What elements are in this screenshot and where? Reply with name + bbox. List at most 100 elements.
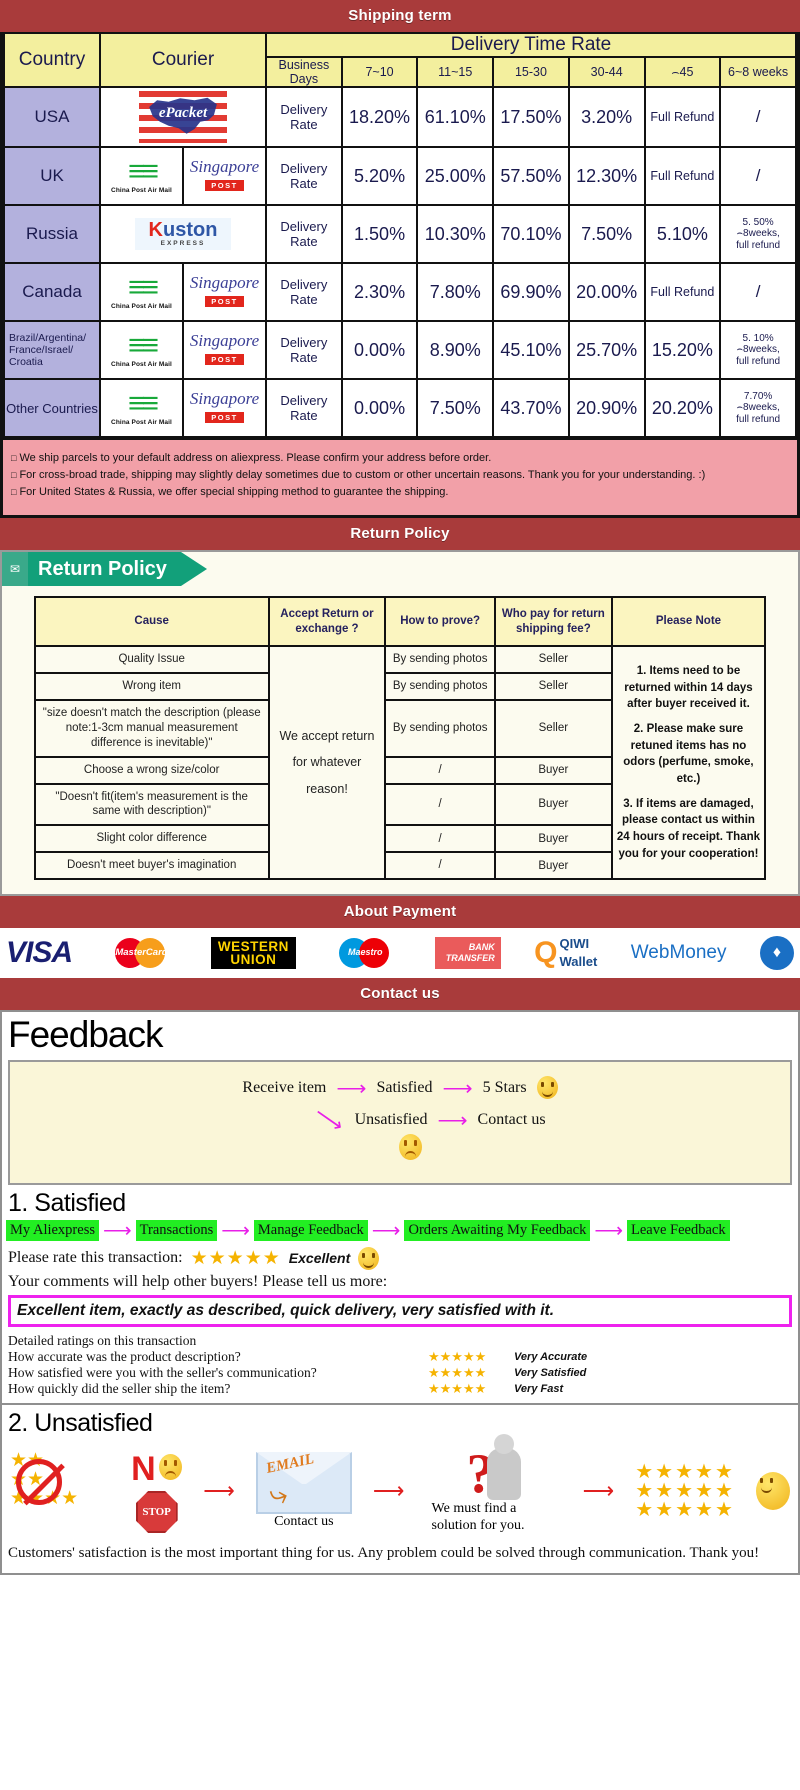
return-policy-header-row: Cause Accept Return or exchange ? How to… [33, 596, 767, 647]
rate-6-8-weeks: / [719, 86, 797, 148]
rate-over-45: 20.20% [643, 378, 722, 438]
arrow-right-icon: ⟶ [582, 1478, 615, 1504]
rp-who-pays: Seller [493, 644, 613, 674]
return-policy-tag-label: Return Policy [28, 552, 181, 587]
rp-cause-imagination: Doesn't meet buyer's imagination [33, 851, 270, 881]
chip-manage-feedback[interactable]: Manage Feedback [253, 1220, 368, 1241]
rp-header-note: Please Note [610, 596, 767, 647]
payment-method-qiwi-wallet: Q QIWI Wallet [534, 934, 597, 972]
header-delivery-time-rate: Delivery Time Rate [265, 32, 797, 58]
rate-6-8-weeks: 5. 10% ⌢8weeks, full refund [719, 320, 797, 380]
rp-cause-wrong-item: Wrong item [33, 671, 270, 701]
chip-transactions[interactable]: Transactions [135, 1220, 218, 1241]
courier-logo-china-post-air-mail: ≡≡ China Post Air Mail [99, 378, 184, 438]
no-stop-group: N STOP [131, 1449, 183, 1533]
no-stars-icon: ★★ ★★ ★★★★ [10, 1450, 79, 1510]
payment-method-mastercard: MasterCard [105, 934, 177, 972]
contact-us-group: EMAIL ⤷ Contact us [255, 1452, 352, 1530]
western-union-icon: WESTERN UNION [210, 937, 296, 970]
detail-rating-row: How accurate was the product description… [2, 1349, 798, 1365]
shipping-note-2: For cross-broad trade, shipping may slig… [11, 467, 789, 484]
epacket-icon: ePacket [139, 91, 227, 143]
arrow-right-icon: ⟶ [594, 1219, 624, 1242]
row-country-russia: Russia [3, 204, 101, 264]
visa-icon: VISA [6, 936, 73, 970]
rp-prove: By sending photos [384, 644, 496, 674]
rate-11-15: 7.80% [416, 262, 495, 322]
courier-logo-kuston-express: Kuston EXPRESS [99, 204, 267, 264]
tag-arrow-shape [180, 552, 207, 587]
contact-us-caption: Contact us [274, 1514, 334, 1530]
table-row: UK ≡≡ China Post Air Mail Singapore POST D… [3, 146, 797, 206]
detail-rating-row: How satisfied were you with the seller's… [2, 1365, 798, 1381]
flow-five-stars: 5 Stars [482, 1078, 527, 1096]
row-country-other: Other Countries [3, 378, 101, 438]
row-country-usa: USA [3, 86, 101, 148]
courier-logo-china-post-air-mail: ≡≡ China Post Air Mail [99, 262, 184, 322]
smiley-face-icon [536, 1076, 558, 1100]
unsatisfied-heading: 2. Unsatisfied [8, 1408, 153, 1437]
flow-unsatisfied: Unsatisfied [354, 1110, 428, 1128]
rp-who-pays: Seller [493, 698, 613, 758]
arrow-3: ⟶ [583, 1478, 615, 1504]
header-range-7-10: 7~10 [340, 56, 419, 88]
arrow-right-icon: ⟶ [102, 1219, 132, 1242]
rp-cause-color-difference: Slight color difference [33, 824, 270, 854]
chip-my-aliexpress[interactable]: My Aliexpress [6, 1220, 99, 1241]
chip-leave-feedback[interactable]: Leave Feedback [627, 1220, 730, 1241]
rate-15-30: 45.10% [492, 320, 570, 380]
table-row: Quality Issue We accept return for whate… [33, 644, 767, 881]
rate-15-30: 57.50% [492, 146, 570, 206]
stars-group: ★★★★★ ★★★★★ ★★★★★ [635, 1462, 735, 1520]
rate-over-45: Full Refund [643, 146, 722, 206]
star-rating-icon[interactable]: ★★★★★ [428, 1365, 514, 1381]
stop-sign-icon: STOP [135, 1490, 178, 1533]
arrow-right-icon: ⟶ [371, 1219, 401, 1242]
payment-method-visa: VISA [6, 934, 73, 972]
solution-group: ? We must find a solution for you. [426, 1433, 562, 1535]
courier-logo-epacket: ePacket [99, 86, 267, 148]
comment-textbox[interactable]: Excellent item, exactly as described, qu… [8, 1294, 792, 1327]
arrow-right-icon: ⟶ [336, 1075, 367, 1100]
shipping-table-wrapper: Country Courier Delivery Time Rate Busin… [0, 32, 800, 519]
letter-n-icon: N [131, 1449, 156, 1488]
star-rating-icon[interactable]: ★★★★★ [428, 1349, 514, 1365]
star-rating-icon[interactable]: ★★★★★ [428, 1381, 514, 1397]
rp-header-who-pays: Who pay for return shipping fee? [493, 596, 613, 647]
banner-return-policy: Return Policy [0, 518, 800, 551]
china-post-icon: ≡≡ China Post Air Mail [111, 270, 172, 310]
detail-question: How quickly did the seller ship the item… [8, 1380, 231, 1396]
rp-prove: / [384, 851, 496, 881]
header-courier: Courier [99, 32, 267, 88]
detail-question: How satisfied were you with the seller's… [8, 1364, 317, 1380]
star-rating-icon[interactable]: ★★★★★ [191, 1247, 281, 1270]
rate-7-10: 0.00% [340, 320, 419, 380]
chip-orders-awaiting-my-feedback[interactable]: Orders Awaiting My Feedback [404, 1220, 591, 1241]
rate-prompt: Please rate this transaction: [8, 1249, 183, 1267]
header-range-6-8-weeks: 6~8 weeks [719, 56, 797, 88]
singapore-post-icon: Singapore POST [189, 157, 260, 191]
rate-30-44: 25.70% [567, 320, 646, 380]
arrow-right-icon: ⟶ [203, 1478, 235, 1504]
return-policy-panel: ✉ Return Policy Cause Accept Return or e… [0, 550, 800, 897]
china-post-icon: ≡≡ China Post Air Mail [111, 154, 172, 194]
row-country-canada: Canada [3, 262, 101, 322]
rate-11-15: 61.10% [416, 86, 495, 148]
rate-11-15: 7.50% [416, 378, 495, 438]
rate-label: Delivery Rate [265, 86, 343, 148]
satisfied-step-chain: My Aliexpress ⟶ Transactions ⟶ Manage Fe… [2, 1220, 798, 1241]
rp-note-2: 2. Please make sure retuned items has no… [623, 722, 754, 785]
detail-rating-row: How quickly did the seller ship the item… [2, 1381, 798, 1397]
rate-transaction-row: Please rate this transaction: ★★★★★ Exce… [2, 1241, 798, 1270]
courier-logo-china-post-air-mail: ≡≡ China Post Air Mail [99, 146, 184, 206]
flow-row-unsatisfied: ⟶ Unsatisfied ⟶ Contact us [10, 1101, 790, 1138]
shipping-note-3: For United States & Russia, we offer spe… [11, 484, 789, 501]
shipping-header-row-1: Country Courier Delivery Time Rate [3, 32, 797, 88]
rp-who-pays: Buyer [493, 851, 613, 881]
rate-15-30: 43.70% [492, 378, 570, 438]
mastercard-icon: MasterCard [105, 936, 177, 970]
feedback-title: Feedback [8, 1014, 164, 1056]
flow-contact-us: Contact us [477, 1110, 546, 1128]
china-post-icon: ≡≡ China Post Air Mail [111, 328, 172, 368]
rp-header-prove: How to prove? [384, 596, 496, 647]
